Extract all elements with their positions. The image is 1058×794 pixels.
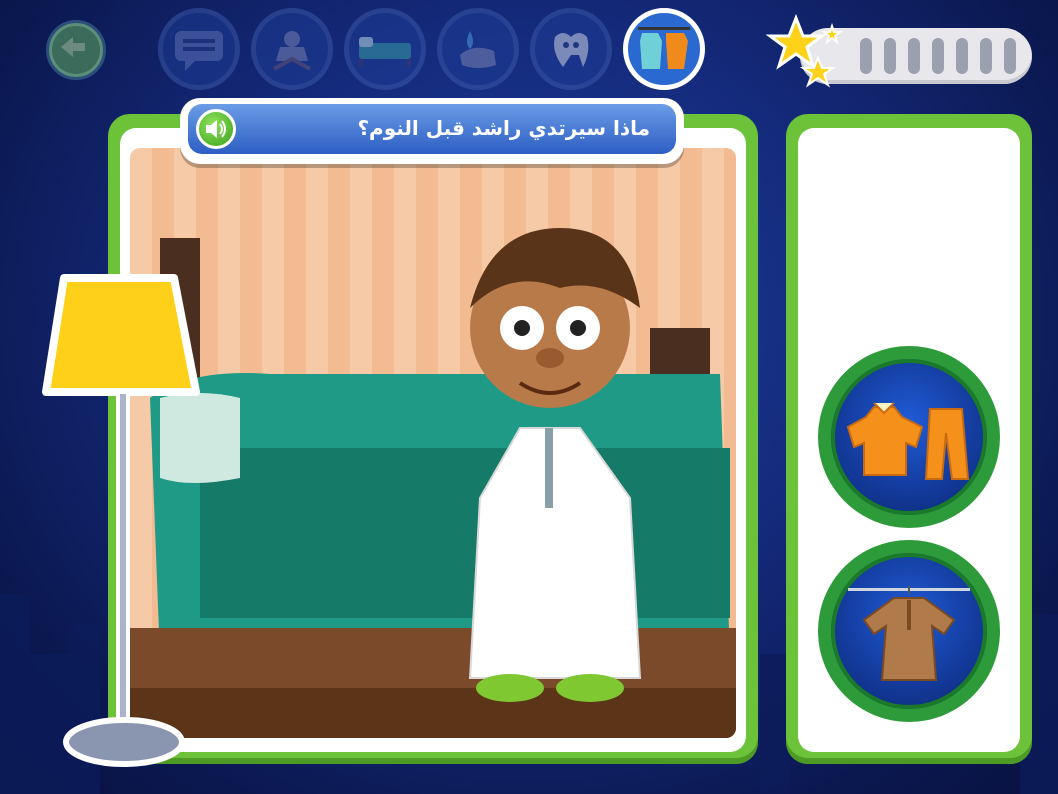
progress-segment [932, 38, 944, 74]
progress-segment [860, 38, 872, 74]
stars-icon [766, 13, 843, 88]
progress-segment [956, 38, 968, 74]
nav-bed-button[interactable] [344, 8, 426, 90]
progress-segment [884, 38, 896, 74]
progress-segment [1004, 38, 1016, 74]
quran-stand-icon [273, 31, 311, 71]
speech-bubble-icon [175, 31, 223, 71]
question-text: ماذا سيرتدي راشد قبل النوم؟ [357, 116, 650, 140]
nav-washing-button[interactable] [437, 8, 519, 90]
tooth-brush-icon [554, 33, 589, 67]
choice-thobe-button[interactable] [818, 540, 1000, 722]
sound-button[interactable] [196, 109, 236, 149]
nav-quran-button[interactable] [251, 8, 333, 90]
choice-pajamas-button[interactable] [818, 346, 1000, 528]
nav-tooth-button[interactable] [530, 8, 612, 90]
back-arrow-icon [61, 37, 85, 57]
washing-hands-icon [460, 31, 496, 68]
progress-segment [980, 38, 992, 74]
clothes-rack-icon [638, 27, 690, 69]
floor-lamp-illustration [42, 274, 200, 767]
pajamas-icon [846, 402, 970, 480]
progress-segment [908, 38, 920, 74]
bedroom-scene [130, 148, 736, 738]
nav-speech-button[interactable] [158, 8, 240, 90]
boy-character [468, 228, 642, 702]
brown-thobe-on-hanger-icon [848, 586, 970, 681]
back-button[interactable] [46, 20, 106, 80]
question-banner: ماذا سيرتدي راشد قبل النوم؟ [180, 98, 684, 164]
speaker-icon [206, 120, 226, 138]
bed-icon [359, 37, 411, 67]
nav-clothes-button[interactable] [623, 8, 705, 90]
